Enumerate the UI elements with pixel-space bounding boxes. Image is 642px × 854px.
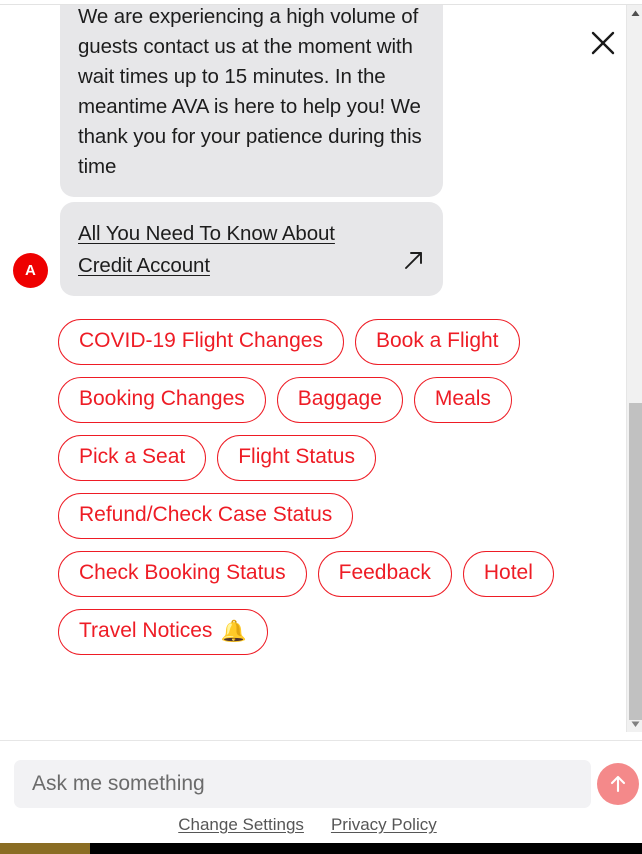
quick-reply-chip[interactable]: Book a Flight bbox=[354, 319, 520, 365]
close-icon[interactable] bbox=[584, 24, 622, 62]
quick-reply-label: Flight Status bbox=[238, 445, 355, 468]
chat-widget: We are experiencing a high volume of gue… bbox=[0, 0, 642, 854]
arrow-up-icon bbox=[610, 775, 626, 793]
scroll-down-arrow-icon[interactable] bbox=[627, 716, 642, 732]
quick-reply-chip[interactable]: Baggage bbox=[276, 377, 403, 423]
quick-reply-chip[interactable]: Hotel bbox=[462, 551, 554, 597]
chevron-up-glyph bbox=[631, 10, 639, 16]
quick-reply-label: Baggage bbox=[297, 387, 382, 410]
chevron-down-glyph bbox=[631, 721, 639, 727]
conversation-scroll-region[interactable]: We are experiencing a high volume of gue… bbox=[0, 5, 628, 732]
quick-reply-label: Pick a Seat bbox=[79, 445, 186, 468]
quick-reply-chip[interactable]: Feedback bbox=[317, 551, 452, 597]
conversation-scrollbar[interactable] bbox=[626, 5, 642, 732]
avatar-initial: A bbox=[24, 262, 37, 279]
footer-links: Change Settings Privacy Policy bbox=[0, 815, 615, 835]
quick-reply-label: Booking Changes bbox=[79, 387, 245, 410]
quick-reply-chip[interactable]: Travel Notices 🔔 bbox=[58, 609, 268, 655]
link-card-label[interactable]: All You Need To Know About Credit Accoun… bbox=[78, 218, 393, 282]
quick-reply-label: Refund/Check Case Status bbox=[79, 503, 333, 526]
quick-reply-chip[interactable]: Meals bbox=[413, 377, 512, 423]
quick-reply-chip[interactable]: Pick a Seat bbox=[58, 435, 207, 481]
quick-reply-label: COVID-19 Flight Changes bbox=[79, 329, 323, 352]
bot-link-card[interactable]: All You Need To Know About Credit Accoun… bbox=[60, 202, 443, 296]
bot-message-bubble: We are experiencing a high volume of gue… bbox=[60, 5, 443, 197]
quick-reply-label: Book a Flight bbox=[375, 329, 499, 352]
close-x-glyph bbox=[591, 31, 615, 55]
external-link-arrow-icon bbox=[403, 249, 425, 280]
send-button[interactable] bbox=[597, 763, 639, 805]
bot-message-text: We are experiencing a high volume of gue… bbox=[78, 5, 422, 178]
quick-reply-label: Hotel bbox=[483, 561, 533, 584]
quick-reply-label: Meals bbox=[434, 387, 491, 410]
ask-input[interactable] bbox=[14, 760, 591, 808]
quick-reply-chip[interactable]: Check Booking Status bbox=[58, 551, 307, 597]
message-group-bot: We are experiencing a high volume of gue… bbox=[0, 5, 628, 296]
scroll-up-arrow-icon[interactable] bbox=[627, 5, 642, 21]
arrow-up-right-glyph bbox=[405, 252, 422, 269]
quick-reply-chip[interactable]: Flight Status bbox=[217, 435, 376, 481]
quick-reply-chip[interactable]: Refund/Check Case Status bbox=[58, 493, 354, 539]
quick-reply-label: Check Booking Status bbox=[79, 561, 286, 584]
quick-reply-label: Travel Notices bbox=[79, 619, 213, 642]
privacy-policy-link[interactable]: Privacy Policy bbox=[331, 815, 437, 835]
quick-reply-chip[interactable]: Booking Changes bbox=[58, 377, 266, 423]
os-taskbar-accent bbox=[0, 843, 90, 854]
scrollbar-thumb[interactable] bbox=[629, 403, 642, 720]
change-settings-link[interactable]: Change Settings bbox=[178, 815, 304, 835]
avatar: A bbox=[13, 253, 48, 288]
os-taskbar bbox=[0, 843, 642, 854]
bell-icon: 🔔 bbox=[220, 619, 247, 643]
quick-reply-chip[interactable]: COVID-19 Flight Changes bbox=[58, 319, 344, 365]
composer: Change Settings Privacy Policy bbox=[0, 741, 642, 841]
quick-reply-label: Feedback bbox=[338, 561, 431, 584]
ask-input-wrapper bbox=[14, 760, 591, 808]
quick-reply-list: COVID-19 Flight Changes Book a Flight Bo… bbox=[0, 319, 580, 655]
